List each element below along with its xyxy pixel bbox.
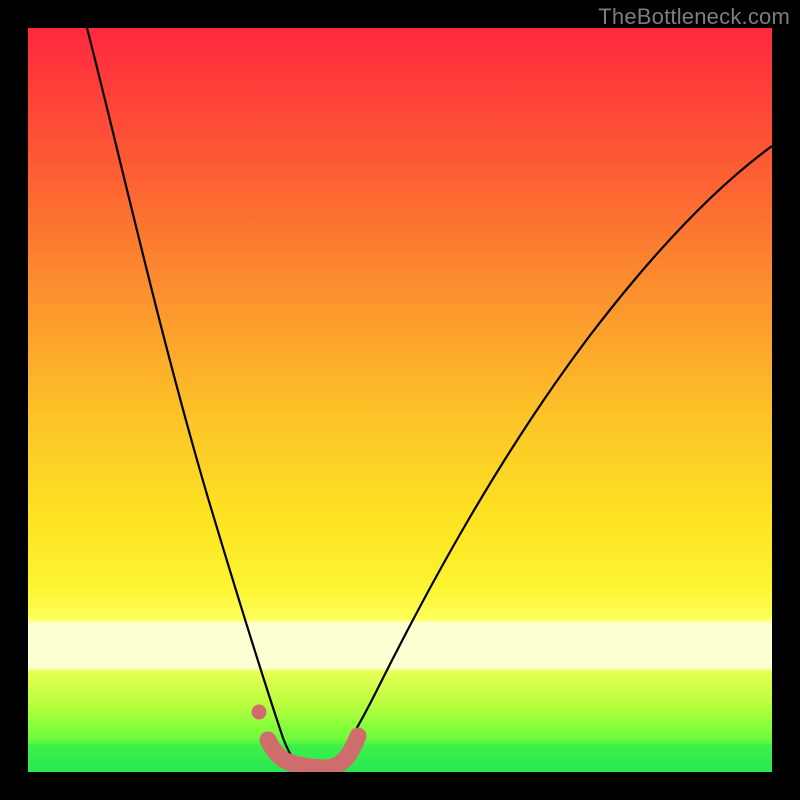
bottom-marker-band (252, 705, 358, 768)
marker-arc (268, 736, 358, 768)
right-curve (328, 146, 772, 768)
curve-layer (28, 28, 772, 772)
attribution-text: TheBottleneck.com (598, 4, 790, 30)
left-curve (87, 28, 301, 768)
chart-frame (28, 28, 772, 772)
isolated-marker-dot (252, 705, 266, 719)
